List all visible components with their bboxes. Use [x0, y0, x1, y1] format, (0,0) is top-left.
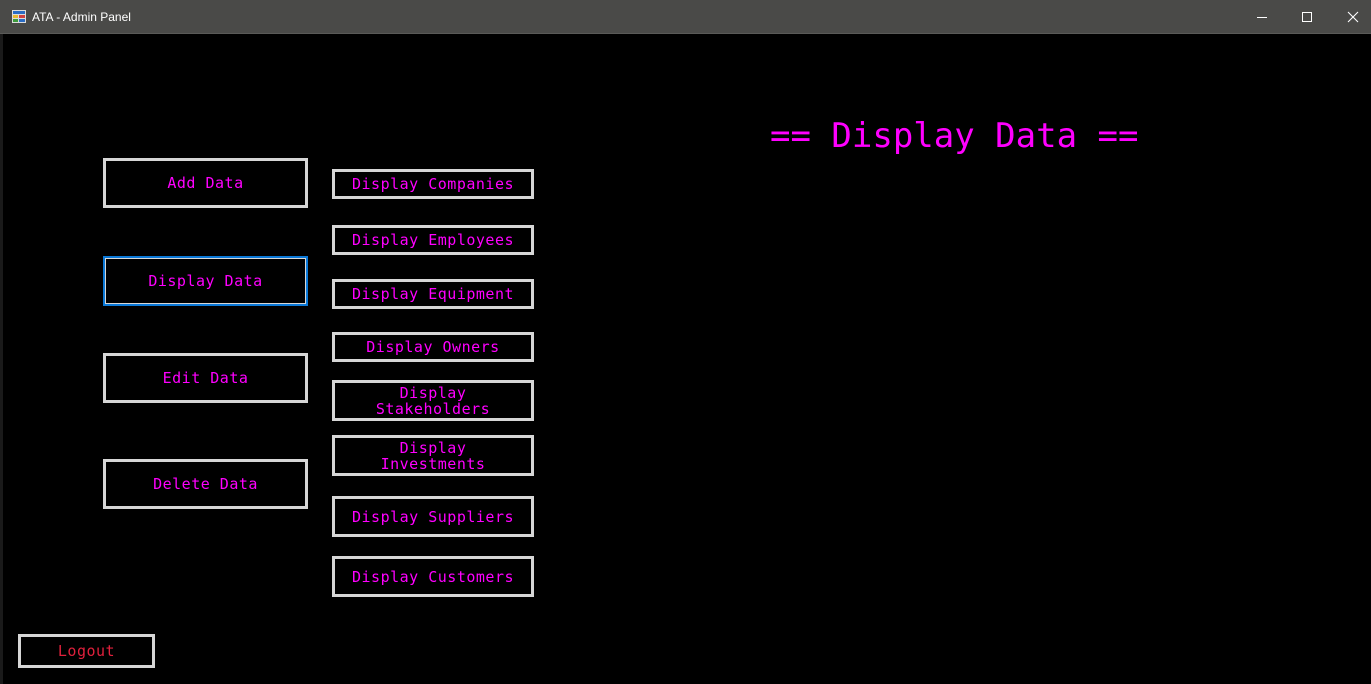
minimize-button[interactable]	[1239, 0, 1285, 34]
display-data-button[interactable]: Display Data	[103, 256, 308, 306]
display-employees-button[interactable]: Display Employees	[332, 225, 534, 255]
admin-panel-window: ATA - Admin Panel == Display Data == Add…	[0, 0, 1371, 684]
display-companies-button[interactable]: Display Companies	[332, 169, 534, 199]
logout-button[interactable]: Logout	[18, 634, 155, 668]
display-customers-button[interactable]: Display Customers	[332, 556, 534, 597]
add-data-button[interactable]: Add Data	[103, 158, 308, 208]
title-bar[interactable]: ATA - Admin Panel	[0, 0, 1371, 34]
delete-data-button[interactable]: Delete Data	[103, 459, 308, 509]
display-owners-button[interactable]: Display Owners	[332, 332, 534, 362]
page-title: == Display Data ==	[770, 116, 1139, 156]
edit-data-button[interactable]: Edit Data	[103, 353, 308, 403]
close-button[interactable]	[1330, 0, 1371, 34]
maximize-button[interactable]	[1284, 0, 1330, 34]
display-stakeholders-button[interactable]: Display Stakeholders	[332, 380, 534, 421]
window-left-edge	[0, 34, 3, 684]
maximize-icon	[1302, 12, 1312, 22]
display-investments-button[interactable]: Display Investments	[332, 435, 534, 476]
close-icon	[1347, 11, 1359, 23]
window-title: ATA - Admin Panel	[32, 10, 131, 24]
app-icon	[12, 10, 26, 23]
minimize-icon	[1257, 17, 1267, 18]
display-suppliers-button[interactable]: Display Suppliers	[332, 496, 534, 537]
display-equipment-button[interactable]: Display Equipment	[332, 279, 534, 309]
